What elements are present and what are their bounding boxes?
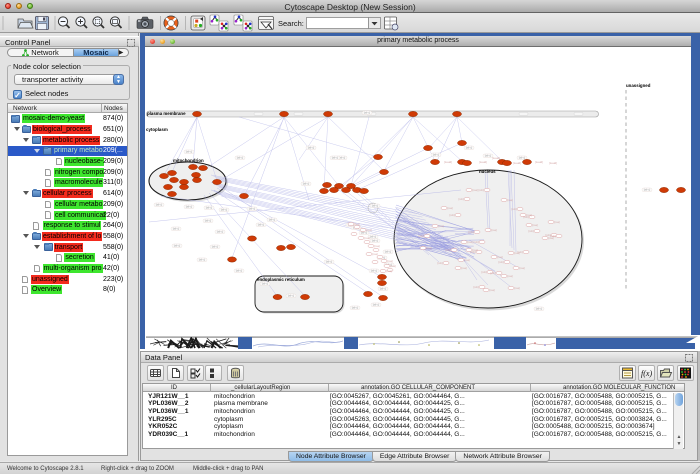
svg-text:[n-b]: [n-b] [446,249,451,252]
svg-text:[ab-c]: [ab-c] [156,203,163,207]
svg-text:[n-b]: [n-b] [419,235,424,238]
svg-text:f(x): f(x) [641,369,652,378]
svg-text:[n-b]: [n-b] [512,208,517,211]
svg-text:[n-a]: [n-a] [375,245,380,248]
svg-text:unassigned: unassigned [626,83,651,88]
svg-text:[nu-ab]: [nu-ab] [513,162,521,165]
svg-text:[ab-c]: [ab-c] [372,204,379,208]
svg-text:[n-b]: [n-b] [459,198,464,201]
svg-text:[nu-ab]: [nu-ab] [535,161,543,164]
svg-text:[n-b]: [n-b] [438,262,443,265]
svg-text:[n-a]: [n-a] [520,267,525,270]
svg-text:[ab-c]: [ab-c] [370,235,377,239]
svg-text:[ab-c]: [ab-c] [237,156,244,160]
svg-text:[ab-c]: [ab-c] [372,239,379,243]
svg-text:[ab-c]: [ab-c] [199,258,206,262]
svg-text:[ab-c]: [ab-c] [174,244,181,248]
svg-text:[n-b]: [n-b] [518,251,523,254]
svg-text:[ab-c]: [ab-c] [206,206,213,210]
svg-text:[nu-ab]: [nu-ab] [479,161,487,164]
svg-text:[ab-c]: [ab-c] [205,219,212,223]
svg-text:[ab-c]: [ab-c] [258,223,265,227]
svg-text:[ab-c]: [ab-c] [212,245,219,249]
svg-text:mitochondrion: mitochondrion [173,158,204,163]
svg-text:[n-b]: [n-b] [499,261,504,264]
svg-text:[ab-c]: [ab-c] [308,146,315,150]
svg-text:[n-a]: [n-a] [391,265,396,268]
svg-text:[n-a]: [n-a] [365,237,370,240]
svg-text:[nu-ab]: [nu-ab] [549,162,557,165]
svg-text:[n-a]: [n-a] [508,199,513,202]
svg-text:[ab-c]: [ab-c] [433,153,440,157]
svg-text:[n-b]: [n-b] [450,214,455,217]
svg-text:[n-a]: [n-a] [508,275,513,278]
svg-text:[n-a]: [n-a] [498,256,503,259]
svg-text:[ab-c]: [ab-c] [262,282,269,286]
svg-text:[ab-c]: [ab-c] [352,306,359,310]
svg-text:[n-a]: [n-a] [490,289,495,292]
svg-text:[ab-c]: [ab-c] [173,227,180,231]
svg-text:[n-a]: [n-a] [439,225,444,228]
svg-text:[ab-c]: [ab-c] [644,188,651,192]
svg-text:[n-b]: [n-b] [479,189,484,192]
svg-text:[n-a]: [n-a] [533,224,538,227]
svg-text:[n-b]: [n-b] [474,241,479,244]
svg-text:cytoplasm: cytoplasm [146,127,168,132]
svg-text:[n-b]: [n-b] [471,251,476,254]
svg-text:[n-b]: [n-b] [491,272,496,275]
svg-text:[ab-c]: [ab-c] [385,250,392,254]
svg-text:[n-a]: [n-a] [355,223,360,226]
svg-text:[n-b]: [n-b] [529,230,534,233]
svg-text:endoplasmic reticulum: endoplasmic reticulum [257,277,305,282]
svg-text:plasma membrane: plasma membrane [147,111,186,116]
svg-text:[ab-c]: [ab-c] [269,218,276,222]
svg-text:[ab-c]: [ab-c] [519,156,526,160]
svg-text:[ab-c]: [ab-c] [303,182,310,186]
svg-text:[n-a]: [n-a] [373,253,378,256]
svg-text:[n-b]: [n-b] [482,271,487,274]
svg-text:[n-b]: [n-b] [474,286,479,289]
svg-text:nucleus: nucleus [479,169,496,174]
svg-text:[ab-c]: [ab-c] [373,303,380,307]
svg-text:[n-b]: [n-b] [551,235,556,238]
svg-text:[ab-c]: [ab-c] [186,150,193,154]
svg-text:[ab-c]: [ab-c] [364,111,371,115]
svg-text:[n-a]: [n-a] [468,241,473,244]
svg-text:[n-b]: [n-b] [524,216,529,219]
svg-text:[n-a]: [n-a] [515,287,520,290]
svg-text:[n-a]: [n-a] [387,270,392,273]
svg-text:Search:: Search: [278,19,304,28]
svg-text:[ab-c]: [ab-c] [380,287,387,291]
svg-text:[n-a]: [n-a] [388,260,393,263]
svg-text:[n-a]: [n-a] [465,259,470,262]
svg-text:[nu-ab]: [nu-ab] [444,161,452,164]
svg-text:[ab-c]: [ab-c] [536,307,543,311]
svg-text:[ab-c]: [ab-c] [326,260,333,264]
svg-text:[n-a]: [n-a] [427,247,432,250]
svg-text:[n-a]: [n-a] [473,189,478,192]
svg-text:[ab-c]: [ab-c] [221,208,228,212]
svg-text:[ab-c]: [ab-c] [332,156,339,160]
svg-text:[nu-ab]: [nu-ab] [492,157,500,160]
svg-text:[n-a]: [n-a] [492,229,497,232]
svg-text:[ab-c]: [ab-c] [186,205,193,209]
svg-text:[ab-c]: [ab-c] [466,146,473,150]
svg-text:[n-a]: [n-a] [448,207,453,210]
svg-text:[n-a]: [n-a] [367,229,372,232]
svg-text:[ab-c]: [ab-c] [236,269,243,273]
svg-text:[n-b]: [n-b] [469,231,474,234]
svg-text:[n-a]: [n-a] [555,221,560,224]
svg-text:[ab-c]: [ab-c] [371,269,378,273]
svg-text:[ab-c]: [ab-c] [288,294,295,298]
svg-text:[n-a]: [n-a] [462,267,467,270]
svg-text:[ab-c]: [ab-c] [217,230,224,234]
svg-text:[ab-c]: [ab-c] [485,154,492,158]
svg-text:[ab-c]: [ab-c] [249,207,256,211]
